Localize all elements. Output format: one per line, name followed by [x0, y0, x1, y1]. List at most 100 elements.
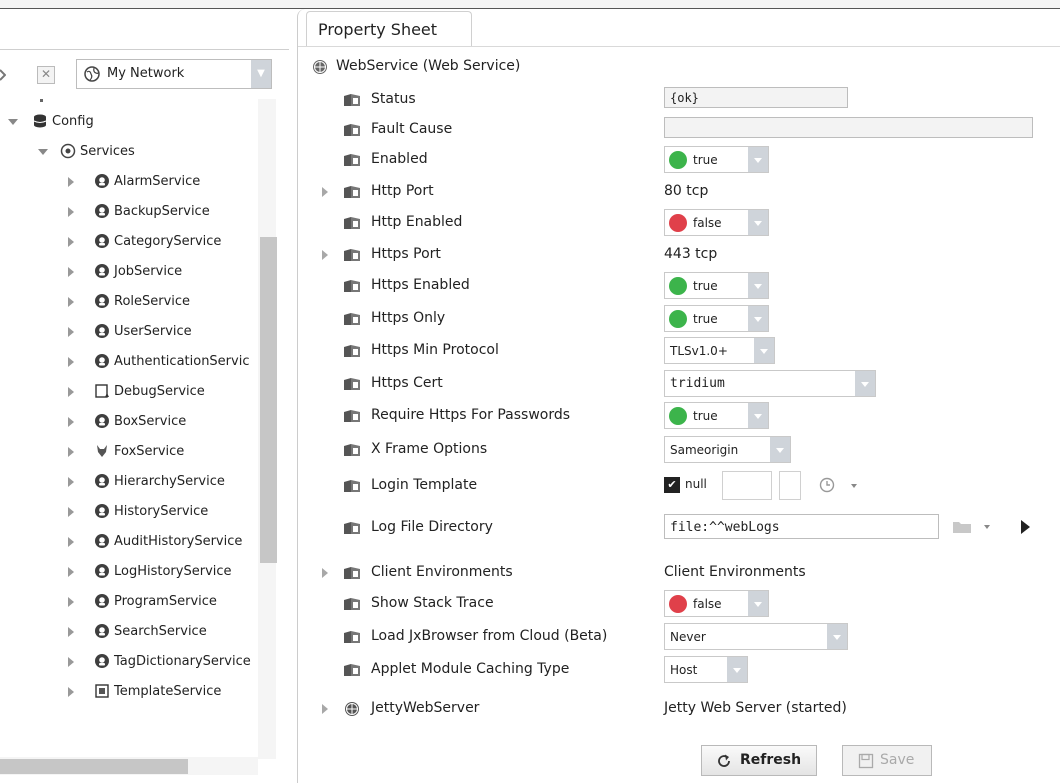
tree-item-jobservice[interactable]: JobService	[0, 257, 258, 287]
log-dir-field[interactable]: file:^^webLogs	[664, 514, 939, 539]
folder-icon[interactable]	[952, 520, 972, 534]
property-name: Http Port	[371, 183, 434, 199]
tree-item-searchservice[interactable]: SearchService	[0, 617, 258, 647]
require-https-select[interactable]: true	[664, 402, 769, 429]
tree-item-config[interactable]: Config	[0, 107, 258, 137]
chevron-down-icon[interactable]	[748, 306, 768, 331]
expand-right-icon[interactable]	[68, 657, 74, 667]
property-slot-icon	[344, 280, 360, 292]
template-field[interactable]	[722, 471, 772, 500]
nav-horizontal-scroll-thumb[interactable]	[0, 759, 188, 774]
chevron-down-icon[interactable]	[748, 403, 768, 428]
tree-item-boxservice[interactable]: BoxService	[0, 407, 258, 437]
expand-right-icon[interactable]	[322, 704, 328, 714]
https-cert-select[interactable]: tridium	[664, 370, 876, 397]
http-enabled-select[interactable]: false	[664, 209, 769, 236]
status-dot-icon	[669, 310, 687, 328]
template-field-small[interactable]	[779, 471, 801, 500]
tree-item-programservice[interactable]: ProgramService	[0, 587, 258, 617]
enabled-select[interactable]: true	[664, 146, 769, 173]
chevron-down-icon[interactable]: ▼	[251, 60, 271, 88]
tree-item-hierarchyservice[interactable]: HierarchyService	[0, 467, 258, 497]
tree-item-audithistoryservice[interactable]: AuditHistoryService	[0, 527, 258, 557]
chevron-down-icon[interactable]	[827, 624, 847, 649]
tree-item-authenticationservic[interactable]: AuthenticationServic	[0, 347, 258, 377]
chevron-down-icon[interactable]	[770, 437, 790, 462]
tree-item-tagdictionaryservice[interactable]: TagDictionaryService	[0, 647, 258, 677]
chevron-down-icon[interactable]	[855, 371, 875, 396]
chevron-down-icon[interactable]	[851, 484, 857, 488]
https-only-select[interactable]: true	[664, 305, 769, 332]
https-enabled-select[interactable]: true	[664, 272, 769, 299]
chevron-down-icon[interactable]	[984, 525, 990, 529]
applet-cache-select[interactable]: Host	[664, 656, 748, 683]
tree-item-userservice[interactable]: UserService	[0, 317, 258, 347]
expand-right-icon[interactable]	[68, 237, 74, 247]
expand-right-icon[interactable]	[68, 627, 74, 637]
property-name: Login Template	[371, 477, 478, 493]
tab-property-sheet[interactable]: Property Sheet	[306, 11, 472, 46]
tree-item-foxservice[interactable]: FoxService	[0, 437, 258, 467]
expand-right-icon[interactable]	[68, 597, 74, 607]
play-icon[interactable]	[1021, 520, 1030, 534]
property-row-https-enabled: Https Enabled true	[298, 270, 1060, 302]
user-icon	[95, 324, 109, 338]
jxbrowser-select[interactable]: Never	[664, 623, 848, 650]
expand-right-icon[interactable]	[68, 327, 74, 337]
chevron-down-icon[interactable]	[727, 657, 747, 682]
tree-item-roleservice[interactable]: RoleService	[0, 287, 258, 317]
tree-item-categoryservice[interactable]: CategoryService	[0, 227, 258, 257]
expand-down-icon[interactable]	[8, 119, 18, 125]
expand-right-icon[interactable]	[68, 417, 74, 427]
chevron-down-icon[interactable]	[748, 591, 768, 616]
https-min-protocol-select[interactable]: TLSv1.0+	[664, 337, 775, 364]
expand-right-icon[interactable]	[68, 477, 74, 487]
expand-right-icon[interactable]	[68, 687, 74, 697]
property-slot-icon	[344, 567, 360, 579]
expand-right-icon[interactable]	[68, 297, 74, 307]
expand-right-icon[interactable]	[68, 357, 74, 367]
clock-icon[interactable]	[819, 477, 835, 493]
expand-right-icon[interactable]	[68, 207, 74, 217]
expand-right-icon[interactable]	[68, 567, 74, 577]
tree-item-historyservice[interactable]: HistoryService	[0, 497, 258, 527]
tree-item-debugservice[interactable]: DebugService	[0, 377, 258, 407]
save-button[interactable]: Save	[842, 745, 932, 776]
null-label: null	[685, 477, 707, 491]
null-checkbox[interactable]: ✔	[664, 477, 680, 493]
nav-vertical-scroll-thumb[interactable]	[260, 237, 277, 563]
tree-item-services[interactable]: Services	[0, 137, 258, 167]
tree-item-label: AuthenticationServic	[114, 354, 250, 369]
expand-right-icon[interactable]	[68, 177, 74, 187]
tree-item-alarmservice[interactable]: AlarmService	[0, 167, 258, 197]
tree-item-backupservice[interactable]: BackupService	[0, 197, 258, 227]
expand-right-icon[interactable]	[68, 267, 74, 277]
x-frame-select[interactable]: Sameorigin	[664, 436, 791, 463]
show-stack-select[interactable]: false	[664, 590, 769, 617]
tree-item-loghistoryservice[interactable]: LogHistoryService	[0, 557, 258, 587]
property-row-https-port: Https Port 443 tcp	[298, 239, 1060, 271]
fault-cause-field[interactable]	[664, 117, 1033, 138]
expand-right-icon[interactable]	[68, 387, 74, 397]
expand-down-icon[interactable]	[38, 149, 48, 155]
expand-right-icon[interactable]	[322, 187, 328, 197]
debug-icon	[95, 384, 109, 398]
status-field[interactable]: {ok}	[664, 87, 848, 108]
expand-right-icon[interactable]	[68, 507, 74, 517]
save-icon	[858, 753, 874, 769]
expand-right-icon[interactable]	[68, 447, 74, 457]
expand-right-icon[interactable]	[322, 568, 328, 578]
property-row-https-cert: Https Cert tridium	[298, 368, 1060, 400]
chevron-down-icon[interactable]	[748, 210, 768, 235]
refresh-button[interactable]: Refresh	[701, 745, 817, 776]
chevron-down-icon[interactable]	[748, 273, 768, 298]
expand-right-icon[interactable]	[68, 537, 74, 547]
property-value: 443 tcp	[664, 246, 718, 262]
chevron-down-icon[interactable]	[754, 338, 774, 363]
tree-item-templateservice[interactable]: TemplateService	[0, 677, 258, 707]
chevron-down-icon[interactable]	[748, 147, 768, 172]
expand-right-icon[interactable]	[322, 250, 328, 260]
status-dot-icon	[669, 214, 687, 232]
close-icon[interactable]: ✕	[37, 66, 55, 84]
network-select[interactable]: My Network ▼	[76, 59, 272, 89]
